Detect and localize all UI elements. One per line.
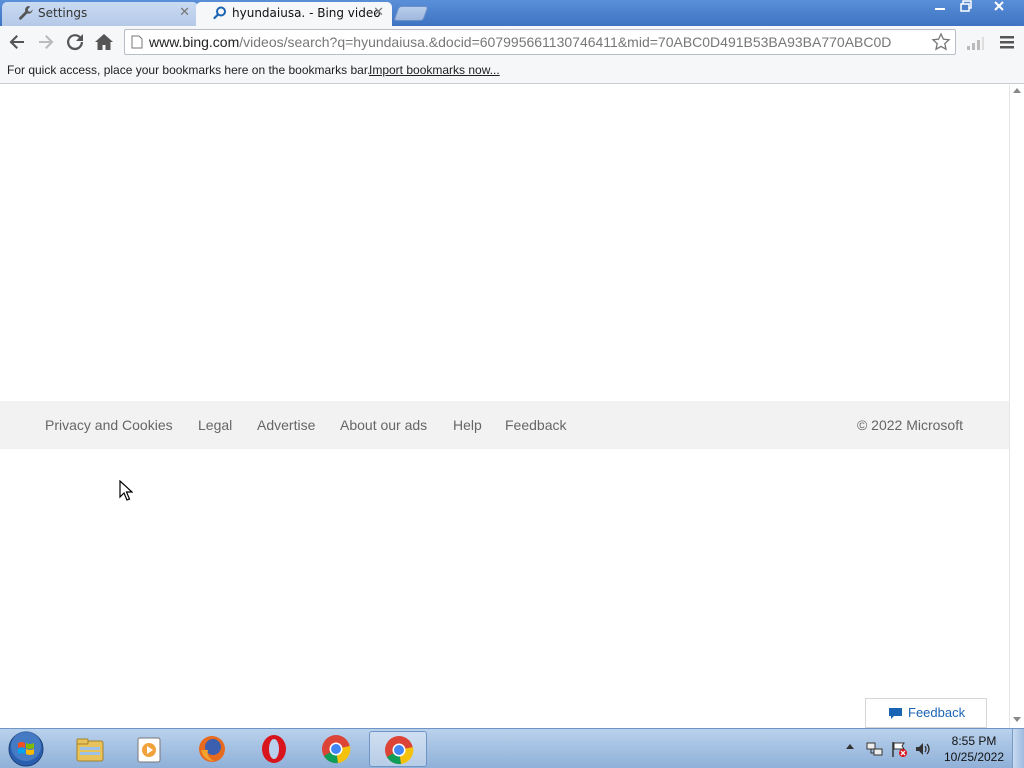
address-bar[interactable]: www.bing.com/videos/search?q=hyundaiusa.… bbox=[124, 29, 956, 55]
home-button[interactable] bbox=[92, 30, 116, 54]
home-icon bbox=[95, 34, 113, 50]
feedback-button[interactable]: Feedback bbox=[865, 698, 987, 728]
show-desktop-button[interactable] bbox=[1012, 729, 1024, 768]
tab-settings[interactable]: Settings ✕ bbox=[2, 2, 198, 26]
star-icon[interactable] bbox=[931, 32, 951, 52]
clock-time: 8:55 PM bbox=[951, 734, 997, 748]
search-icon bbox=[213, 6, 226, 20]
browser-titlebar: Settings ✕ hyundaiusa. - Bing video ✕ bbox=[0, 0, 1024, 26]
taskbar-explorer[interactable] bbox=[61, 731, 119, 767]
tab-title: hyundaiusa. - Bing video bbox=[232, 6, 381, 20]
opera-icon bbox=[262, 735, 286, 763]
copyright-text: © 2022 Microsoft bbox=[856, 417, 963, 433]
feedback-label: Feedback bbox=[908, 705, 966, 720]
scroll-down-icon[interactable] bbox=[1013, 717, 1021, 722]
taskbar-opera[interactable] bbox=[245, 731, 303, 767]
folder-icon bbox=[76, 738, 104, 762]
media-player-icon bbox=[137, 737, 161, 763]
action-center-flag-icon[interactable] bbox=[890, 740, 908, 758]
restore-icon[interactable] bbox=[953, 0, 979, 18]
browser-toolbar: www.bing.com/videos/search?q=hyundaiusa.… bbox=[0, 26, 1024, 58]
close-icon[interactable]: ✕ bbox=[179, 2, 190, 24]
back-button[interactable] bbox=[5, 30, 29, 54]
taskbar-chrome-active[interactable] bbox=[369, 731, 427, 767]
start-button[interactable] bbox=[6, 730, 46, 768]
bookmarks-bar: For quick access, place your bookmarks h… bbox=[0, 58, 1024, 84]
arrow-left-icon bbox=[9, 35, 24, 49]
wrench-icon bbox=[19, 6, 33, 20]
mouse-cursor-icon bbox=[119, 480, 133, 501]
import-bookmarks-link[interactable]: Import bookmarks now... bbox=[369, 58, 500, 82]
vertical-scrollbar[interactable] bbox=[1009, 85, 1024, 728]
tab-bing-video[interactable]: hyundaiusa. - Bing video ✕ bbox=[196, 2, 392, 26]
taskbar-media-player[interactable] bbox=[121, 731, 179, 767]
scroll-up-icon[interactable] bbox=[1013, 88, 1021, 93]
taskbar-chrome[interactable] bbox=[307, 731, 365, 767]
bookmarks-bar-message: For quick access, place your bookmarks h… bbox=[7, 63, 371, 77]
taskbar-clock[interactable]: 8:55 PM 10/25/2022 bbox=[940, 733, 1008, 765]
url-host: www.bing.com bbox=[149, 34, 240, 50]
minimize-icon[interactable] bbox=[927, 0, 953, 18]
footer-link-help[interactable]: Help bbox=[453, 401, 482, 449]
footer-link-advertise[interactable]: Advertise bbox=[257, 401, 315, 449]
taskbar-firefox[interactable] bbox=[183, 731, 241, 767]
close-window-icon[interactable] bbox=[981, 0, 1017, 18]
windows-taskbar: 8:55 PM 10/25/2022 bbox=[0, 728, 1024, 768]
chrome-icon bbox=[385, 736, 414, 765]
network-icon[interactable] bbox=[866, 740, 884, 758]
forward-button[interactable] bbox=[34, 30, 58, 54]
page-content: Privacy and Cookies Legal Advertise Abou… bbox=[0, 85, 1009, 728]
url-text[interactable]: www.bing.com/videos/search?q=hyundaiusa.… bbox=[149, 30, 934, 54]
footer-link-feedback[interactable]: Feedback bbox=[505, 401, 566, 449]
arrow-right-icon bbox=[39, 35, 54, 49]
chrome-icon bbox=[322, 735, 351, 764]
clock-date: 10/25/2022 bbox=[943, 750, 1005, 764]
windows-logo-icon bbox=[8, 731, 44, 767]
speech-bubble-icon bbox=[889, 708, 902, 719]
close-icon[interactable]: ✕ bbox=[373, 2, 384, 24]
page-footer: Privacy and Cookies Legal Advertise Abou… bbox=[0, 401, 1009, 449]
signal-bars-icon[interactable] bbox=[966, 36, 984, 50]
url-path: /videos/search?q=hyundaiusa.&docid=60799… bbox=[239, 34, 892, 50]
page-icon bbox=[131, 35, 143, 49]
reload-button[interactable] bbox=[63, 30, 87, 54]
volume-icon[interactable] bbox=[914, 740, 932, 758]
firefox-icon bbox=[199, 736, 225, 762]
footer-link-legal[interactable]: Legal bbox=[198, 401, 232, 449]
tab-title: Settings bbox=[38, 6, 88, 20]
show-hidden-icons-icon[interactable] bbox=[846, 744, 854, 749]
menu-icon[interactable] bbox=[998, 34, 1016, 50]
footer-link-about-ads[interactable]: About our ads bbox=[340, 401, 427, 449]
footer-link-privacy[interactable]: Privacy and Cookies bbox=[45, 401, 173, 449]
reload-icon bbox=[67, 34, 84, 51]
new-tab-button[interactable] bbox=[393, 6, 429, 21]
